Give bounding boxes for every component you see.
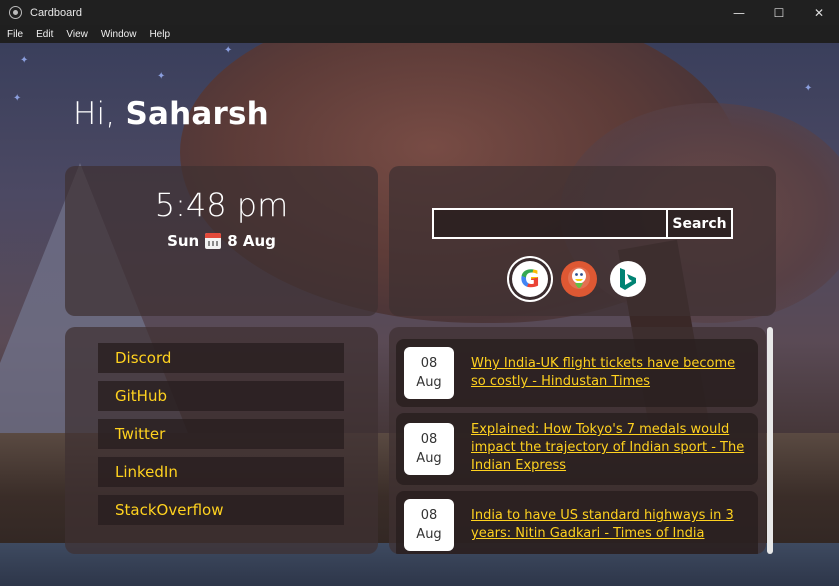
news-scrollbar-thumb[interactable] xyxy=(767,327,773,554)
search-button[interactable]: Search xyxy=(668,208,733,239)
news-headline-link[interactable]: Why India-UK flight tickets have become … xyxy=(471,355,751,391)
news-item: 08 Aug Explained: How Tokyo's 7 medals w… xyxy=(396,413,758,485)
minimize-button[interactable]: — xyxy=(719,0,759,25)
star-icon: ✦ xyxy=(804,83,813,94)
menu-window[interactable]: Window xyxy=(94,29,143,40)
maximize-button[interactable]: ☐ xyxy=(759,0,799,25)
star-icon: ✦ xyxy=(224,45,233,56)
news-date: 08 Aug xyxy=(404,347,454,399)
calendar-icon xyxy=(205,233,222,249)
search-bar: Search xyxy=(432,208,733,239)
menu-edit[interactable]: Edit xyxy=(29,29,59,40)
clock-time: 5:48 pm xyxy=(154,186,289,224)
duckduckgo-icon xyxy=(562,262,596,296)
news-panel[interactable]: 08 Aug Why India-UK flight tickets have … xyxy=(389,327,766,554)
google-engine-button[interactable]: G xyxy=(512,261,548,297)
quick-links-panel: Discord GitHub Twitter LinkedIn StackOve… xyxy=(65,327,378,554)
link-stackoverflow[interactable]: StackOverflow xyxy=(98,495,344,525)
link-discord[interactable]: Discord xyxy=(98,343,344,373)
window-title: Cardboard xyxy=(30,6,82,19)
title-bar: Cardboard — ☐ ✕ xyxy=(0,0,839,25)
news-scrollbar[interactable] xyxy=(766,327,774,554)
close-button[interactable]: ✕ xyxy=(799,0,839,25)
clock-panel: 5:48 pm Sun 8 Aug xyxy=(65,166,378,316)
menu-bar: File Edit View Window Help xyxy=(0,25,839,43)
news-day: 08 xyxy=(420,432,438,447)
link-linkedin[interactable]: LinkedIn xyxy=(98,457,344,487)
greeting-prefix: Hi, xyxy=(73,96,126,132)
duckduckgo-engine-button[interactable] xyxy=(561,261,597,297)
bing-engine-button[interactable] xyxy=(610,261,646,297)
window-controls: — ☐ ✕ xyxy=(719,0,839,25)
news-headline-link[interactable]: Explained: How Tokyo's 7 medals would im… xyxy=(471,421,751,475)
star-icon: ✦ xyxy=(13,93,22,104)
link-github[interactable]: GitHub xyxy=(98,381,344,411)
menu-help[interactable]: Help xyxy=(142,29,176,40)
search-engine-selector: G xyxy=(512,261,646,297)
news-month: Aug xyxy=(416,527,442,542)
news-day: 08 xyxy=(420,356,438,371)
news-day: 08 xyxy=(420,508,438,523)
search-panel: Search G xyxy=(389,166,776,316)
search-input[interactable] xyxy=(432,208,668,239)
link-twitter[interactable]: Twitter xyxy=(98,419,344,449)
menu-view[interactable]: View xyxy=(59,29,94,40)
google-icon: G xyxy=(520,265,540,293)
news-date: 08 Aug xyxy=(404,499,454,551)
clock-date-text: 8 Aug xyxy=(227,232,276,250)
news-month: Aug xyxy=(416,451,442,466)
news-month: Aug xyxy=(416,375,442,390)
news-item: 08 Aug India to have US standard highway… xyxy=(396,491,758,554)
star-icon: ✦ xyxy=(157,71,166,82)
greeting-name: Saharsh xyxy=(125,96,269,132)
app-icon xyxy=(9,6,22,19)
bing-icon xyxy=(620,268,636,290)
star-icon: ✦ xyxy=(20,55,29,66)
clock-date: Sun 8 Aug xyxy=(65,232,378,250)
menu-file[interactable]: File xyxy=(0,29,29,40)
app-window: Cardboard — ☐ ✕ File Edit View Window He… xyxy=(0,0,839,586)
news-headline-link[interactable]: India to have US standard highways in 3 … xyxy=(471,507,751,543)
news-date: 08 Aug xyxy=(404,423,454,475)
news-item: 08 Aug Why India-UK flight tickets have … xyxy=(396,339,758,407)
clock-day: Sun xyxy=(167,232,200,250)
greeting: Hi, Saharsh xyxy=(73,96,269,132)
